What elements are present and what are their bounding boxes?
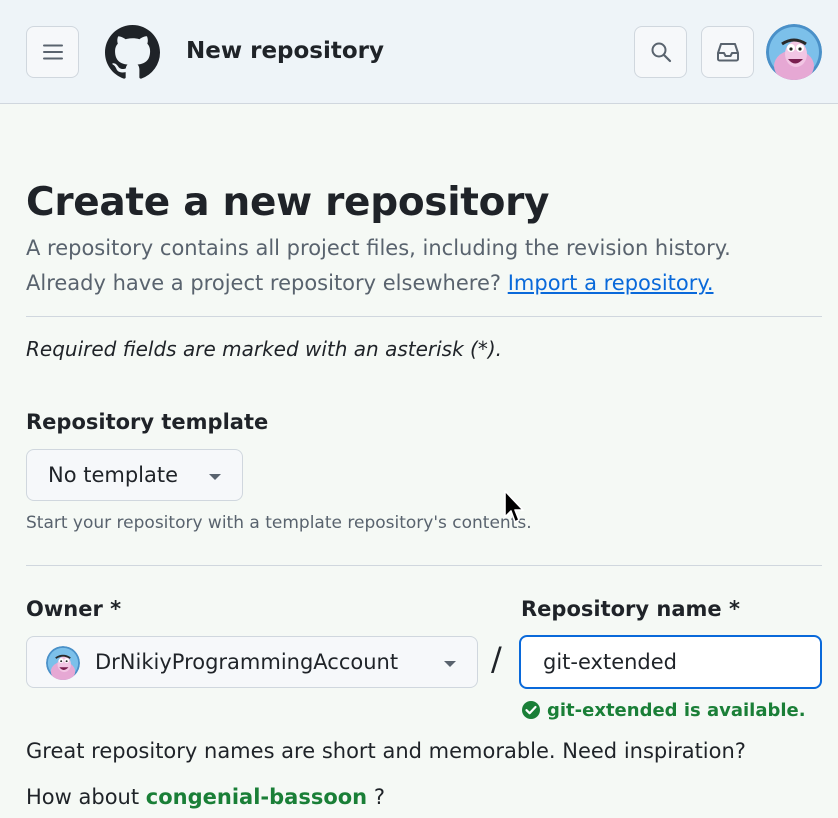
owner-label: Owner *: [26, 597, 122, 621]
owner-avatar: [46, 646, 80, 680]
suggested-name-button[interactable]: congenial-bassoon: [146, 785, 367, 809]
naming-tip: Great repository names are short and mem…: [26, 739, 746, 763]
owner-selected-value: DrNikiyProgrammingAccount: [95, 650, 399, 674]
repository-name-label: Repository name *: [521, 597, 740, 621]
name-suggestion: How about congenial-bassoon ?: [26, 785, 385, 809]
search-icon: [651, 42, 671, 63]
hamburger-menu-icon: [42, 44, 63, 60]
section-divider: [26, 565, 822, 566]
chevron-down-icon: [444, 661, 456, 667]
repository-name-input[interactable]: [519, 635, 822, 689]
suggestion-suffix: ?: [373, 785, 385, 809]
github-logo-icon[interactable]: [105, 25, 160, 80]
header-title: New repository: [186, 38, 385, 64]
page-description: A repository contains all project files,…: [26, 236, 731, 260]
mouse-cursor-icon: [504, 490, 524, 523]
check-circle-icon: [522, 701, 540, 719]
repository-template-label: Repository template: [26, 410, 269, 434]
inbox-button[interactable]: [701, 26, 754, 78]
owner-avatar-image: [46, 646, 80, 680]
availability-status: git-extended is available.: [521, 698, 806, 722]
owner-select[interactable]: DrNikiyProgrammingAccount: [26, 636, 478, 688]
search-button[interactable]: [634, 26, 687, 78]
template-hint: Start your repository with a template re…: [26, 513, 532, 533]
import-repository-link[interactable]: Import a repository.: [508, 271, 714, 295]
owner-repo-separator: /: [491, 640, 502, 678]
suggestion-prefix: How about: [26, 785, 140, 809]
import-prompt-text: Already have a project repository elsewh…: [26, 271, 502, 295]
section-divider: [26, 316, 822, 317]
required-fields-note: Required fields are marked with an aster…: [26, 337, 503, 361]
menu-button[interactable]: [26, 26, 79, 78]
avatar-image: [766, 24, 822, 80]
import-prompt: Already have a project repository elsewh…: [26, 271, 714, 295]
user-avatar[interactable]: [766, 24, 822, 80]
chevron-down-icon: [209, 474, 221, 480]
app-header: New repository: [0, 0, 838, 104]
availability-text: git-extended is available.: [547, 699, 806, 721]
repository-template-select[interactable]: No template: [26, 449, 243, 501]
inbox-icon: [716, 43, 739, 62]
page-title: Create a new repository: [26, 180, 550, 225]
template-selected-value: No template: [48, 463, 179, 487]
